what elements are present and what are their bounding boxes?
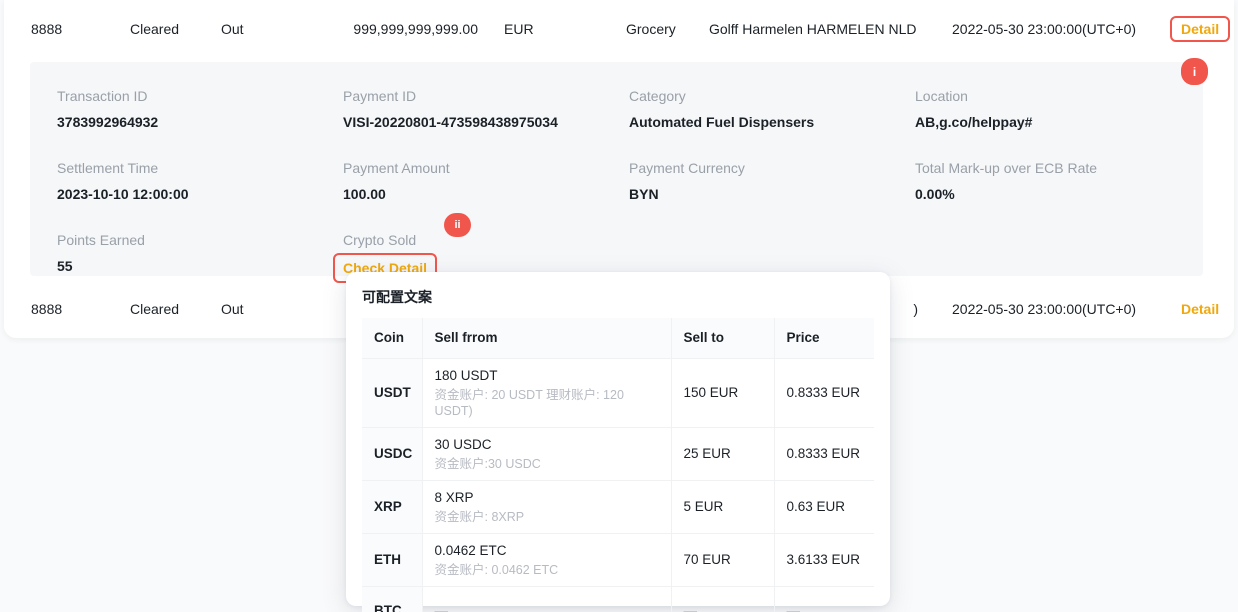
transaction-row: 8888 Cleared Out 999,999,999,999.00 EUR … <box>4 0 1234 58</box>
status-cell: Cleared <box>130 301 221 317</box>
field-value: 55 <box>57 256 343 276</box>
category-cell: Grocery <box>600 21 683 37</box>
field-value: 2023-10-10 12:00:00 <box>57 184 343 204</box>
field-category: Category Automated Fuel Dispensers <box>629 86 915 132</box>
field-label: Payment Amount <box>343 158 629 178</box>
table-header-row: Coin Sell frrom Sell to Price <box>362 318 874 358</box>
field-label: Transaction ID <box>57 86 343 106</box>
field-label: Category <box>629 86 915 106</box>
price-cell: 0.8333 EUR <box>774 427 874 480</box>
table-row: USDT 180 USDT 资金账户: 20 USDT 理财账户: 120 US… <box>362 358 874 427</box>
detail-link[interactable]: Detail <box>1181 301 1219 317</box>
annotation-box-detail: Detail <box>1170 16 1230 42</box>
detail-link[interactable]: Detail <box>1181 21 1219 37</box>
sell-from-cell: 30 USDC 资金账户:30 USDC <box>422 427 671 480</box>
field-value: 0.00% <box>915 184 1201 204</box>
field-markup-rate: Total Mark-up over ECB Rate 0.00% <box>915 158 1201 204</box>
table-row: BTC — — — <box>362 586 874 612</box>
field-label: Total Mark-up over ECB Rate <box>915 158 1201 178</box>
sell-to-cell: — <box>671 586 774 612</box>
status-cell: Cleared <box>130 21 221 37</box>
price-cell: 0.63 EUR <box>774 480 874 533</box>
field-value: BYN <box>629 184 915 204</box>
field-label: Payment Currency <box>629 158 915 178</box>
detail-action-cell: Detail <box>1181 16 1234 42</box>
sell-to-cell: 150 EUR <box>671 358 774 427</box>
sell-to-cell: 70 EUR <box>671 533 774 586</box>
time-cell: 2022-05-30 23:00:00(UTC+0) <box>952 301 1181 317</box>
field-location: Location AB,g.co/helppay# <box>915 86 1201 132</box>
sell-from-amount: 30 USDC <box>435 436 659 454</box>
sell-from-cell: 180 USDT 资金账户: 20 USDT 理财账户: 120 USDT) <box>422 358 671 427</box>
coin-cell: USDC <box>362 427 422 480</box>
field-label: Settlement Time <box>57 158 343 178</box>
coin-cell: BTC <box>362 586 422 612</box>
field-label: Payment ID <box>343 86 629 106</box>
sell-from-cell: — <box>422 586 671 612</box>
sell-from-cell: 0.0462 ETC 资金账户: 0.0462 ETC <box>422 533 671 586</box>
sell-to-cell: 5 EUR <box>671 480 774 533</box>
sell-from-amount: 8 XRP <box>435 489 659 507</box>
column-header-price: Price <box>774 318 874 358</box>
sell-from-accounts: 资金账户: 20 USDT 理财账户: 120 USDT) <box>435 387 659 419</box>
field-transaction-id: Transaction ID 3783992964932 <box>57 86 343 132</box>
popup-title: 可配置文案 <box>362 287 874 307</box>
direction-cell: Out <box>221 21 343 37</box>
crypto-sold-popup: 可配置文案 Coin Sell frrom Sell to Price USDT… <box>346 272 890 606</box>
amount-cell: 999,999,999,999.00 <box>343 21 478 37</box>
field-value: 100.00 <box>343 184 629 204</box>
sell-from-accounts: 资金账户: 8XRP <box>435 509 659 525</box>
annotation-marker-ii: ii <box>444 213 471 237</box>
field-value: Automated Fuel Dispensers <box>629 112 915 132</box>
sell-from-accounts: 资金账户: 0.0462 ETC <box>435 562 659 578</box>
price-cell: — <box>774 586 874 612</box>
coin-cell: XRP <box>362 480 422 533</box>
coin-cell: ETH <box>362 533 422 586</box>
column-header-sell-from: Sell frrom <box>422 318 671 358</box>
field-value: VISI-20220801-473598438975034 <box>343 112 629 132</box>
sell-from-accounts: 资金账户:30 USDC <box>435 456 659 472</box>
annotation-marker-i: i <box>1181 58 1208 85</box>
field-label: Location <box>915 86 1201 106</box>
column-header-sell-to: Sell to <box>671 318 774 358</box>
transaction-detail-panel: Transaction ID 3783992964932 Payment ID … <box>30 62 1203 276</box>
detail-action-cell: Detail <box>1181 301 1234 317</box>
field-value: 3783992964932 <box>57 112 343 132</box>
sell-from-cell: 8 XRP 资金账户: 8XRP <box>422 480 671 533</box>
time-cell: 2022-05-30 23:00:00(UTC+0) <box>952 21 1181 37</box>
table-row: ETH 0.0462 ETC 资金账户: 0.0462 ETC 70 EUR 3… <box>362 533 874 586</box>
price-cell: 0.8333 EUR <box>774 358 874 427</box>
table-row: XRP 8 XRP 资金账户: 8XRP 5 EUR 0.63 EUR <box>362 480 874 533</box>
price-cell: 3.6133 EUR <box>774 533 874 586</box>
transaction-id-cell: 8888 <box>31 301 130 317</box>
merchant-cell: Golff Harmelen HARMELEN NLD <box>683 21 952 37</box>
currency-cell: EUR <box>478 21 600 37</box>
sell-to-cell: 25 EUR <box>671 427 774 480</box>
column-header-coin: Coin <box>362 318 422 358</box>
transaction-id-cell: 8888 <box>31 21 130 37</box>
direction-cell: Out <box>221 301 343 317</box>
crypto-sold-table: Coin Sell frrom Sell to Price USDT 180 U… <box>362 318 874 612</box>
field-payment-amount: Payment Amount 100.00 <box>343 158 629 204</box>
field-settlement-time: Settlement Time 2023-10-10 12:00:00 <box>57 158 343 204</box>
field-payment-currency: Payment Currency BYN <box>629 158 915 204</box>
field-points-earned: Points Earned 55 <box>57 230 343 283</box>
coin-cell: USDT <box>362 358 422 427</box>
table-row: USDC 30 USDC 资金账户:30 USDC 25 EUR 0.8333 … <box>362 427 874 480</box>
field-label: Crypto Sold <box>343 230 629 250</box>
sell-from-amount: 180 USDT <box>435 367 659 385</box>
field-payment-id: Payment ID VISI-20220801-473598438975034 <box>343 86 629 132</box>
sell-from-amount: 0.0462 ETC <box>435 542 659 560</box>
field-value: AB,g.co/helppay# <box>915 112 1201 132</box>
field-label: Points Earned <box>57 230 343 250</box>
